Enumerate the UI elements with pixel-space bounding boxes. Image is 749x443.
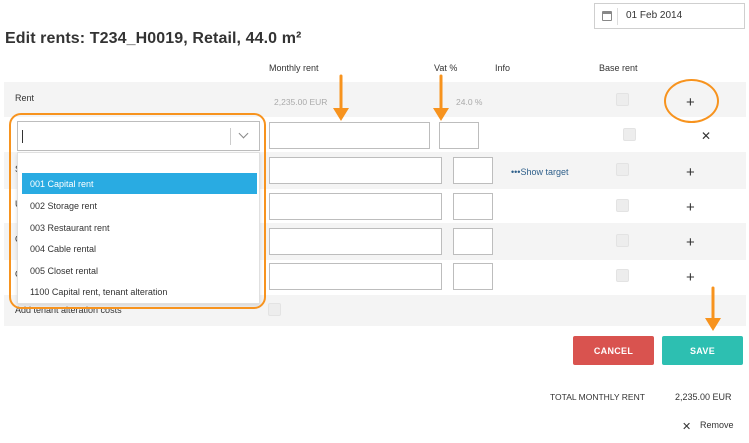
annotation-arrowhead-monthly-rent — [333, 108, 349, 121]
annotation-arrowhead-vat — [433, 108, 449, 121]
annotation-arrowhead-save — [705, 318, 721, 331]
annotation-arrows — [333, 74, 721, 331]
